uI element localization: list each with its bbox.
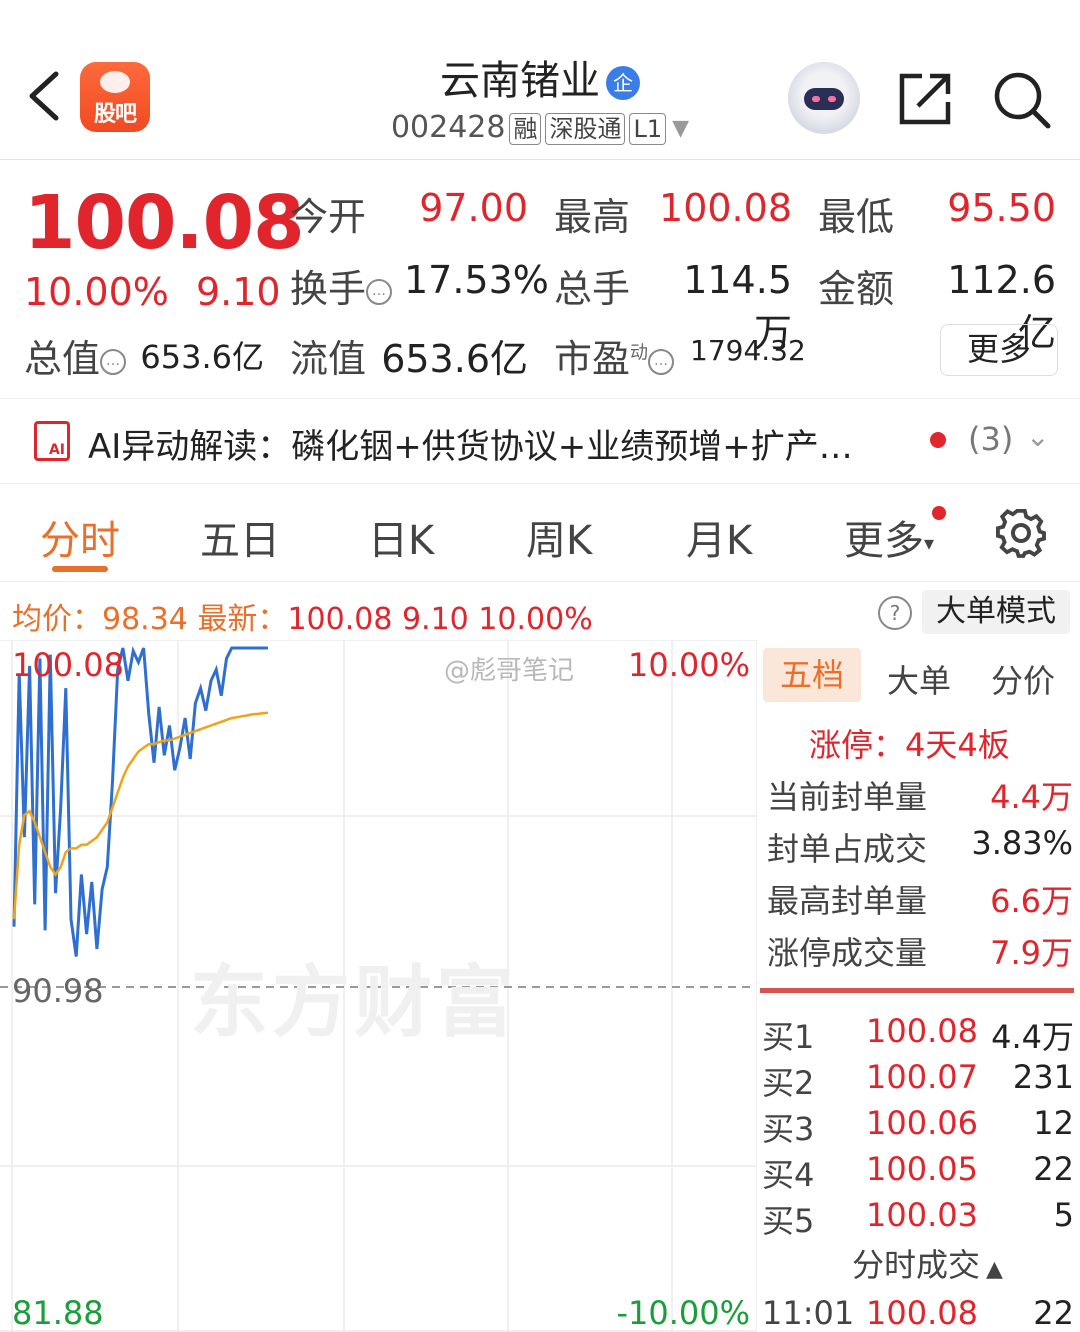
stock-name: 云南锗业 (440, 58, 600, 104)
float-value: 653.6亿 (381, 337, 528, 381)
y-axis-bottom-label: 81.88 (12, 1294, 104, 1332)
intraday-info-strip: 均价：98.34 最新：100.08 9.10 10.00% (0, 590, 1080, 638)
stock-code: 002428 (390, 110, 506, 145)
last-price: 100.08 (24, 180, 305, 266)
caret-up-icon: ▲ (986, 1257, 1003, 1282)
chart-tabs: 分时 五日 日K 周K 月K 更多▾ (0, 486, 1080, 582)
big-order-mode-button[interactable]: 大单模式 (922, 590, 1070, 634)
change-percent: 10.00% (24, 270, 169, 314)
ai-insight-text: AI异动解读：磷化铟+供货协议+业绩预增+扩产… (88, 427, 853, 467)
limit-up-streak: 涨停：4天4板 (809, 726, 1010, 764)
tab-daily-k[interactable]: 日K (368, 508, 434, 566)
tab-price-distribution[interactable]: 分价 (991, 656, 1055, 702)
mktcap-label: 总值… (24, 328, 127, 383)
tag-sz-connect: 深股通 (545, 112, 626, 145)
dropdown-caret-icon[interactable]: ▼ (672, 116, 689, 141)
pe-label: 市盈动… (554, 328, 675, 383)
change-amount: 9.10 (196, 270, 281, 314)
intraday-chart[interactable]: 东方财富 100.08 90.98 81.88 10.00% -10.00% (0, 639, 756, 1332)
pe-superscript: 动 (630, 342, 649, 364)
unread-dot-icon (930, 432, 946, 448)
share-icon[interactable] (896, 70, 954, 128)
y-axis-top-label: 100.08 (12, 646, 124, 684)
pe-value: 1794.32 (690, 334, 806, 367)
bid-ask-divider (760, 988, 1074, 993)
tab-five-day[interactable]: 五日 (200, 508, 280, 566)
tag-level1: L1 (629, 112, 667, 145)
pct-axis-bottom-label: -10.00% (616, 1294, 750, 1332)
enterprise-badge-icon: 企 (606, 66, 640, 100)
tab-monthly-k[interactable]: 月K (686, 508, 752, 566)
open-value: 97.00 (419, 186, 528, 230)
open-label: 今开 (290, 195, 367, 239)
high-value: 100.08 (659, 186, 792, 230)
notification-dot-icon (932, 506, 946, 520)
watermark: 东方财富 (190, 958, 519, 1048)
chevron-down-icon[interactable]: ⌄ (1026, 420, 1049, 453)
volume-label: 总手 (554, 267, 631, 311)
price-series-line (12, 646, 268, 957)
ai-insight-count: (3) (968, 420, 1014, 458)
caret-down-icon: ▾ (924, 531, 935, 555)
ai-assistant-robot-icon[interactable] (788, 62, 860, 134)
active-tab-indicator (52, 566, 108, 572)
ai-insight-row[interactable]: AI AI异动解读：磷化铟+供货协议+业绩预增+扩产… (0, 398, 1080, 484)
gear-icon[interactable] (996, 508, 1046, 558)
tab-weekly-k[interactable]: 周K (526, 508, 592, 566)
tab-more[interactable]: 更多▾ (844, 508, 934, 566)
amount-label: 金额 (818, 267, 895, 311)
low-label: 最低 (818, 195, 895, 239)
ai-document-icon: AI (34, 421, 70, 461)
high-label: 最高 (554, 195, 631, 239)
low-value: 95.50 (947, 186, 1056, 230)
float-label: 流值 (290, 337, 367, 381)
mktcap-value: 653.6亿 (140, 338, 264, 376)
tab-five-levels[interactable]: 五档 (763, 648, 861, 702)
tab-big-orders[interactable]: 大单 (887, 656, 951, 702)
turnover-label: 换手… (290, 258, 393, 313)
tab-intraday[interactable]: 分时 (40, 508, 120, 566)
search-icon[interactable] (992, 70, 1052, 130)
intraday-summary: 均价：98.34 最新：100.08 9.10 10.00% (12, 602, 593, 637)
info-icon[interactable]: … (648, 348, 675, 375)
header-bar: 股吧 云南锗业企 002428 融深股通 L1 ▼ (0, 0, 1080, 160)
weibo-handle: @彪哥笔记 (444, 656, 575, 686)
more-quote-button[interactable]: 更多 (940, 324, 1058, 376)
time-sales-header[interactable]: 分时成交 ▲ (852, 1240, 1003, 1286)
help-icon[interactable]: ? (878, 596, 912, 630)
y-axis-mid-label: 90.98 (12, 972, 104, 1010)
turnover-value: 17.53% (404, 258, 549, 302)
pct-axis-top-label: 10.00% (627, 646, 750, 684)
tag-margin: 融 (509, 112, 542, 145)
info-icon[interactable]: … (100, 348, 127, 375)
info-icon[interactable]: … (366, 278, 393, 305)
